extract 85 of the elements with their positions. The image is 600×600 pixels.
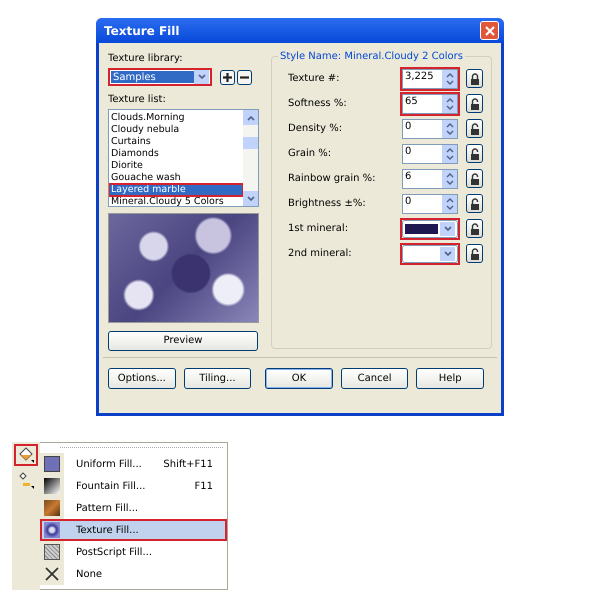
minus-icon [240,76,249,78]
preview-button[interactable]: Preview [108,330,258,352]
menu-item[interactable]: Texture Fill... [40,519,227,541]
paint-bucket-icon [17,472,35,490]
spin-arrows-icon [446,122,454,136]
texture-list-item[interactable]: Clouds.Morning [109,112,243,124]
open-padlock-icon [470,248,480,260]
unlock-button[interactable] [466,244,483,263]
library-dropdown[interactable]: Samples [108,68,212,86]
square-icon [44,456,60,472]
chevron-down-icon [444,250,452,256]
parameter-label: Grain %: [288,148,332,159]
dialog-button[interactable]: Help [416,368,484,389]
add-library-button[interactable] [220,70,235,84]
open-padlock-icon [470,198,480,210]
parameter-label: Softness %: [288,98,348,109]
spin-arrows-icon [446,96,454,110]
unlock-button[interactable] [466,219,483,238]
unlock-button[interactable] [466,119,483,138]
parameter-label: 2nd mineral: [288,248,353,259]
chevron-up-icon [246,114,254,120]
parameter-label: Brightness ±%: [288,198,367,209]
unlock-button[interactable] [466,144,483,163]
texture-icon [44,522,60,538]
texture-list-label: Texture list: [108,94,167,105]
dialog-button[interactable]: OK [265,368,333,389]
color-picker[interactable] [402,244,458,262]
dialog-button[interactable]: Options... [108,368,176,389]
texture-list-item[interactable]: Mineral.Cloudy 5 Colors [109,196,243,206]
open-padlock-icon [470,98,480,110]
gradient-icon [44,478,60,494]
style-name-label: Style Name: Mineral.Cloudy 2 Colors [279,51,464,62]
texture-list-item[interactable]: Cloudy nebula [109,124,243,136]
unlock-button[interactable] [466,194,483,213]
fill-bucket-tool[interactable] [14,444,38,466]
texture-list-item[interactable]: Diorite [109,160,243,172]
x-icon [45,567,59,581]
dialog-button[interactable]: Cancel [340,368,408,389]
color-picker[interactable] [402,220,458,238]
parameter-label: Rainbow grain %: [288,173,377,184]
chevron-down-icon [246,196,254,202]
dialog-button[interactable]: Tiling... [184,368,252,389]
texture-list-item[interactable]: Layered marble [109,184,243,196]
postscript-icon [44,544,60,560]
spin-field[interactable]: 6 [402,168,458,188]
chevron-down-icon [198,74,206,80]
unlock-button[interactable] [466,169,483,188]
open-padlock-icon [470,172,480,184]
lock-button[interactable] [466,69,483,88]
scrollbar[interactable] [243,110,258,206]
scrollbar-thumb[interactable] [243,137,258,150]
spin-field[interactable]: 3,225 [402,68,458,88]
open-padlock-icon [470,222,480,234]
texture-list-item[interactable]: Diamonds [109,148,243,160]
library-label: Texture library: [108,53,184,64]
spin-field[interactable]: 65 [402,94,458,114]
paint-bucket-icon [17,446,35,464]
spin-arrows-icon [446,146,454,160]
padlock-icon [470,72,480,84]
open-padlock-icon [470,148,480,160]
menu-item[interactable]: Uniform Fill... Shift+F11 [40,453,227,475]
texture-list-item[interactable]: Gouache wash [109,172,243,184]
chevron-down-icon [444,226,452,232]
spin-field[interactable]: 0 [402,144,458,164]
parameter-label: Density %: [288,123,344,134]
unlock-button[interactable] [466,94,483,113]
pattern-icon [44,500,60,516]
plus-icon [223,72,232,82]
open-padlock-icon [470,122,480,134]
spin-arrows-icon [446,172,454,186]
spin-field[interactable]: 0 [402,194,458,214]
menu-item[interactable]: Fountain Fill... F11 [40,475,227,497]
spin-field[interactable]: 0 [402,118,458,138]
window-title: Texture Fill [104,24,180,38]
parameter-label: Texture #: [288,73,341,84]
spin-arrows-icon [446,72,454,86]
menu-item[interactable]: Pattern Fill... [40,497,227,519]
menu-item[interactable]: None [40,563,227,585]
remove-library-button[interactable] [237,70,252,84]
close-icon [484,26,494,36]
close-button[interactable] [480,21,499,40]
menu-item[interactable]: PostScript Fill... [40,541,227,563]
texture-list-item[interactable]: Curtains [109,136,243,148]
parameter-label: 1st mineral: [288,223,350,234]
spin-arrows-icon [446,196,454,210]
